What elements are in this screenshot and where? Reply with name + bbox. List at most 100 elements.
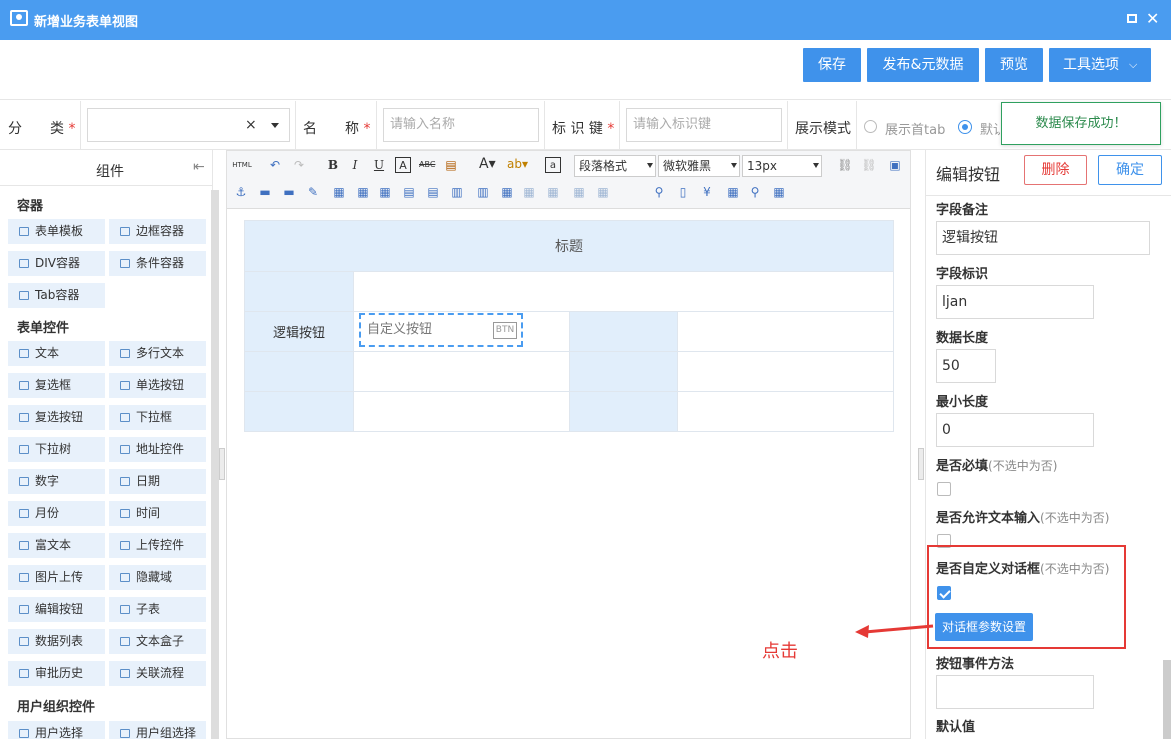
comp-condition-container[interactable]: 条件容器 [109,251,206,276]
strikethrough-icon[interactable]: ABC [419,157,435,173]
component-scrollbar[interactable] [211,190,219,739]
table-cell[interactable] [244,391,354,432]
table-cell[interactable] [569,351,678,392]
undo-icon[interactable]: ↶ [267,157,283,173]
table-props-icon[interactable]: ▦ [377,184,393,200]
link-icon[interactable]: ⛓ [837,157,853,173]
paragraph-format-select[interactable]: 段落格式 [574,155,656,177]
event-method-input[interactable] [936,675,1094,709]
comp-richtext[interactable]: 富文本 [8,533,105,558]
delete-button[interactable]: 删除 [1024,155,1087,185]
comp-checkbox-button[interactable]: 复选按钮 [8,405,105,430]
search-replace-icon[interactable]: ⚲ [747,184,763,200]
comp-number[interactable]: 数字 [8,469,105,494]
font-border-icon[interactable]: A [395,157,411,173]
split-rows-icon[interactable]: ▦ [571,184,587,200]
close-icon[interactable]: ✕ [1146,9,1159,28]
comp-time[interactable]: 时间 [109,501,206,526]
maximize-icon[interactable] [1127,14,1137,23]
comp-image-upload[interactable]: 图片上传 [8,565,105,590]
table-cell[interactable] [677,311,894,352]
field-key-input[interactable]: ljan [936,285,1094,319]
clear-icon[interactable]: × [245,109,257,141]
data-length-input[interactable]: 50 [936,349,996,383]
fullscreen-icon[interactable]: ▣ [887,157,903,173]
bold-icon[interactable]: B [325,157,341,173]
collapse-left-icon[interactable]: ⇤ [193,159,205,175]
comp-subtable[interactable]: 子表 [109,597,206,622]
split-cols-icon[interactable]: ▦ [595,184,611,200]
calendar-icon[interactable]: ▦ [725,184,741,200]
redo-icon[interactable]: ↷ [291,157,307,173]
comp-edit-button[interactable]: 编辑按钮 [8,597,105,622]
italic-icon[interactable]: I [347,157,363,173]
key-input[interactable]: 请输入标识键 [626,108,782,142]
highlight-icon[interactable]: ab▾ [507,156,528,172]
html-source-icon[interactable]: HTML [231,157,253,173]
delete-row-icon[interactable]: ▤ [425,184,441,200]
tools-dropdown[interactable]: 工具选项 ⌵ [1049,48,1151,82]
currency-icon[interactable]: ¥ [699,184,715,200]
logic-button-label-cell[interactable]: 逻辑按钮 [244,311,354,352]
table-insert-icon[interactable]: ▦ [355,184,371,200]
underline-icon[interactable]: U [371,157,387,173]
pen-icon[interactable]: ✎ [305,184,321,200]
unlink-icon[interactable]: ⛓ [861,157,877,173]
caret-down-icon[interactable] [271,123,279,128]
font-family-select[interactable]: 微软雅黑 [658,155,740,177]
comp-date[interactable]: 日期 [109,469,206,494]
comp-div-container[interactable]: DIV容器 [8,251,105,276]
delete-col-icon[interactable]: ▥ [475,184,491,200]
comp-related-flow[interactable]: 关联流程 [109,661,206,686]
confirm-button[interactable]: 确定 [1098,155,1162,185]
comp-address[interactable]: 地址控件 [109,437,206,462]
binoculars-icon[interactable]: ⚲ [651,184,667,200]
font-size-select[interactable]: 13px [742,155,822,177]
preview-button[interactable]: 预览 [985,48,1043,82]
comp-dropdown-tree[interactable]: 下拉树 [8,437,105,462]
comp-checkbox[interactable]: 复选框 [8,373,105,398]
image-gallery-icon[interactable]: ▬ [281,184,297,200]
print-preview-icon[interactable]: ▦ [771,184,787,200]
insert-col-icon[interactable]: ▥ [449,184,465,200]
table-cell[interactable] [244,351,354,392]
table-cell[interactable] [353,391,570,432]
comp-hidden-field[interactable]: 隐藏域 [109,565,206,590]
anchor-icon[interactable]: ⚓ [233,184,249,200]
comp-radio[interactable]: 单选按钮 [109,373,206,398]
merge-right-icon[interactable]: ▦ [545,184,561,200]
comp-text[interactable]: 文本 [8,341,105,366]
comp-dropdown[interactable]: 下拉框 [109,405,206,430]
remark-input[interactable]: 逻辑按钮 [936,221,1150,255]
table-cell[interactable] [353,351,570,392]
save-button[interactable]: 保存 [803,48,861,82]
table-cell[interactable] [569,311,678,352]
name-input[interactable]: 请输入名称 [383,108,539,142]
table-cell[interactable] [569,391,678,432]
template-doc-icon[interactable]: ▯ [675,184,691,200]
left-splitter-handle[interactable] [219,448,225,480]
comp-usergroup-select[interactable]: 用户组选择 [109,721,206,740]
table-icon[interactable]: ▦ [331,184,347,200]
custom-button-control[interactable]: 自定义按钮 BTN [359,313,523,347]
properties-scrollbar[interactable] [1163,660,1171,739]
category-select[interactable]: × [87,108,290,142]
comp-text-box[interactable]: 文本盒子 [109,629,206,654]
comp-month[interactable]: 月份 [8,501,105,526]
split-cells-icon[interactable]: ▦ [521,184,537,200]
comp-upload[interactable]: 上传控件 [109,533,206,558]
comp-textarea[interactable]: 多行文本 [109,341,206,366]
table-cell[interactable] [677,351,894,392]
comp-tab-container[interactable]: Tab容器 [8,283,105,308]
font-color-icon[interactable]: A▾ [479,156,496,172]
table-title-cell[interactable]: 标题 [244,220,894,272]
required-checkbox[interactable] [937,482,951,496]
publish-button[interactable]: 发布&元数据 [867,48,979,82]
comp-user-select[interactable]: 用户选择 [8,721,105,740]
comp-border-container[interactable]: 边框容器 [109,219,206,244]
image-icon[interactable]: ▬ [257,184,273,200]
min-length-input[interactable]: 0 [936,413,1094,447]
radio-first-tab[interactable] [864,120,877,133]
radio-default[interactable] [958,120,972,134]
right-splitter-handle[interactable] [918,448,924,480]
